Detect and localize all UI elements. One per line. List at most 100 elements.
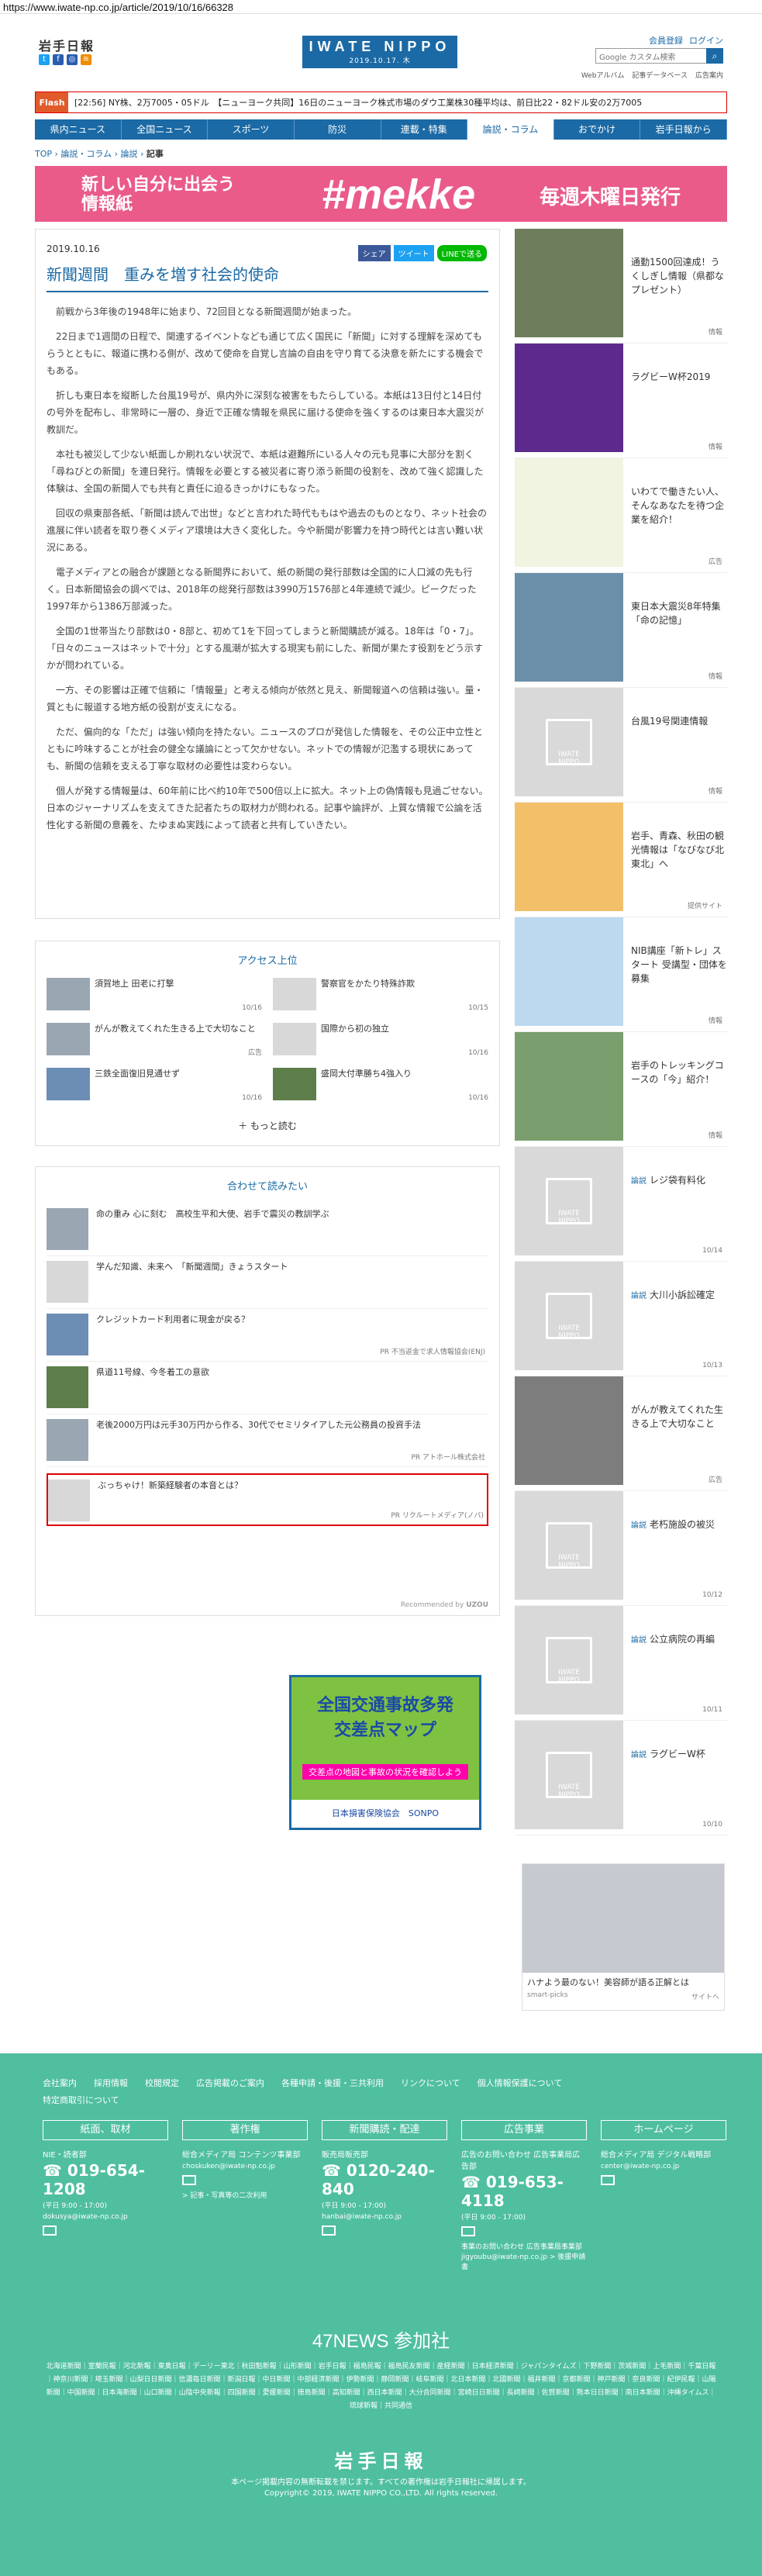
sidebar-thumbnail[interactable]: [515, 344, 623, 452]
related-item-title[interactable]: 命の重み 心に刻む 高校生平和大使、岩手で震災の教訓学ぶ: [88, 1208, 329, 1221]
sidebar-item-text[interactable]: 岩手、青森、秋田の観光情報は「なびなび北東北」へ: [623, 803, 727, 917]
nav-item-features[interactable]: 連載・特集: [381, 119, 468, 140]
sidebar-item[interactable]: ラグビーW杯2019 情報: [515, 344, 727, 458]
sidebar-item[interactable]: 東日本大震災8年特集「命の記憶」 情報: [515, 573, 727, 688]
related-thumbnail[interactable]: [47, 1314, 88, 1355]
sidebar-item[interactable]: IWATE NIPPO 論説 ラグビーW杯 10/10: [515, 1721, 727, 1835]
ranking-item-title[interactable]: 盛岡大付準勝ち4強入り: [316, 1068, 412, 1102]
ranking-item[interactable]: 須賀地上 田老に打撃 10/16: [47, 978, 262, 1012]
sidebar-ad-caption[interactable]: ハナよう最のない！美容師が語る正解とは: [522, 1973, 724, 1991]
placeholder-image[interactable]: IWATE NIPPO: [515, 1721, 623, 1829]
related-item[interactable]: 学んだ知識、未来へ 「新聞週間」きょうスタート: [47, 1256, 488, 1309]
ranking-item-title[interactable]: 国際から初の独立: [316, 1023, 389, 1057]
related-item-title[interactable]: 県道11号線、今冬着工の意欲: [88, 1366, 209, 1379]
web-album-link[interactable]: Webアルバム: [581, 70, 625, 80]
ranking-item[interactable]: 盛岡大付準勝ち4強入り 10/16: [273, 1068, 488, 1102]
sidebar-item-title[interactable]: 台風19号関連情報: [631, 716, 708, 727]
sidebar-item-title[interactable]: 東日本大震災8年特集「命の記憶」: [631, 601, 721, 626]
search-input[interactable]: Google カスタム検索: [595, 48, 715, 64]
nav-item-editorial[interactable]: 論説・コラム: [467, 119, 554, 140]
sidebar-item-text[interactable]: NIB講座「新トレ」スタート 受講型・団体を募集: [623, 917, 727, 1031]
related-item-title[interactable]: クレジットカード利用者に現金が戻る？: [88, 1314, 250, 1326]
footer-link[interactable]: リンクについて: [401, 2077, 460, 2089]
nav-item-sports[interactable]: スポーツ: [208, 119, 295, 140]
footer-col-extra[interactable]: 事業のお問い合わせ 広告事業局事業部 jigyoubu@iwate-np.co.…: [461, 2241, 587, 2271]
footer-link[interactable]: 会社案内: [43, 2077, 77, 2089]
breadcrumb-editorial[interactable]: 論説: [121, 149, 138, 159]
phone-number[interactable]: 019-653-4118: [461, 2173, 564, 2210]
sidebar-item-title[interactable]: ラグビーW杯2019: [631, 371, 710, 382]
related-item[interactable]: 県道11号線、今冬着工の意欲: [47, 1362, 488, 1414]
sidebar-thumbnail[interactable]: [515, 458, 623, 567]
footer-link[interactable]: 校閲規定: [145, 2077, 179, 2089]
nav-item-outing[interactable]: おでかけ: [554, 119, 641, 140]
placeholder-image[interactable]: IWATE NIPPO: [515, 1606, 623, 1714]
ranking-thumbnail[interactable]: [47, 978, 90, 1010]
sidebar-thumbnail[interactable]: [515, 917, 623, 1026]
mail-icon[interactable]: [182, 2175, 196, 2185]
related-thumbnail[interactable]: [47, 1366, 88, 1408]
breadcrumb-top[interactable]: TOP: [35, 149, 52, 159]
sidebar-item-text[interactable]: いわてで働きたい人、そんなあなたを待つ企業を紹介！: [623, 458, 727, 572]
sidebar-item[interactable]: NIB講座「新トレ」スタート 受講型・団体を募集 情報: [515, 917, 727, 1032]
related-item[interactable]: クレジットカード利用者に現金が戻る？ PR 不当返金で求人情報協会(ENJ): [47, 1309, 488, 1362]
footer-link[interactable]: 特定商取引について: [43, 2094, 119, 2106]
twitter-icon[interactable]: t: [39, 54, 50, 65]
related-item[interactable]: 命の重み 心に刻む 高校生平和大使、岩手で震災の教訓学ぶ: [47, 1203, 488, 1256]
footer-link[interactable]: 採用情報: [94, 2077, 128, 2089]
footer-link[interactable]: 個人情報保護について: [478, 2077, 563, 2089]
sidebar-item-title[interactable]: 岩手のトレッキングコースの「今」紹介！: [631, 1060, 724, 1085]
search-icon[interactable]: ⌕: [706, 48, 723, 64]
related-thumbnail[interactable]: [47, 1261, 88, 1303]
sidebar-item[interactable]: いわてで働きたい人、そんなあなたを待つ企業を紹介！ 広告: [515, 458, 727, 573]
sidebar-thumbnail[interactable]: [515, 803, 623, 911]
footer-col-email[interactable]: dokusya@iwate-np.co.jp: [43, 2213, 168, 2221]
center-logo[interactable]: IWATE NIPPO 2019.10.17. 木: [302, 36, 457, 68]
related-item[interactable]: 老後2000万円は元手30万円から作る、30代でセミリタイアした元公務員の投資手…: [47, 1414, 488, 1467]
placeholder-image[interactable]: IWATE NIPPO: [515, 1491, 623, 1600]
sidebar-item[interactable]: 岩手、青森、秋田の観光情報は「なびなび北東北」へ 提供サイト: [515, 803, 727, 917]
ranking-item-title[interactable]: 三鉄全面復旧見通せず: [90, 1068, 180, 1102]
more-button[interactable]: ＋ もっと読む: [47, 1119, 488, 1132]
mekke-banner[interactable]: 新しい自分に出会う 情報紙 #mekke 毎週木曜日発行: [35, 166, 727, 222]
sidebar-item[interactable]: IWATE NIPPO 台風19号関連情報 情報: [515, 688, 727, 803]
facebook-icon[interactable]: f: [53, 54, 64, 65]
footer-col-extra[interactable]: > 記事・写真等の二次利用: [182, 2190, 308, 2200]
sidebar-item-text[interactable]: ラグビーW杯2019: [623, 344, 710, 458]
sidebar-item-title[interactable]: がんが教えてくれた生きる上で大切なこと: [631, 1404, 723, 1429]
footer-col-email[interactable]: center@iwate-np.co.jp: [601, 2163, 726, 2170]
ranking-item[interactable]: がんが教えてくれた生きる上で大切なこと 広告: [47, 1023, 262, 1057]
sidebar-item-title[interactable]: いわてで働きたい人、そんなあなたを待つ企業を紹介！: [631, 486, 724, 525]
phone-number[interactable]: 0120-240-840: [322, 2161, 435, 2198]
sidebar-item[interactable]: IWATE NIPPO 論説 レジ袋有料化 10/14: [515, 1147, 727, 1262]
placeholder-image[interactable]: IWATE NIPPO: [515, 1262, 623, 1370]
ranking-thumbnail[interactable]: [273, 978, 316, 1010]
sidebar-item-title[interactable]: 岩手、青森、秋田の観光情報は「なびなび北東北」へ: [631, 830, 724, 869]
ranking-item-title[interactable]: 須賀地上 田老に打撃: [90, 978, 174, 1012]
ranking-item-title[interactable]: がんが教えてくれた生きる上で大切なこと: [90, 1023, 256, 1057]
sidebar-item-title[interactable]: 大川小訴訟確定: [650, 1290, 715, 1300]
more-label[interactable]: もっと読む: [250, 1121, 297, 1131]
sidebar-item-text[interactable]: 論説 ラグビーW杯: [623, 1721, 705, 1835]
sidebar-item-text[interactable]: 通勤1500回達成！うくしぎし情報（県都なプレゼント）: [623, 229, 727, 343]
placeholder-image[interactable]: IWATE NIPPO: [515, 688, 623, 796]
ad-info-link[interactable]: 広告案内: [695, 70, 723, 80]
related-thumbnail[interactable]: [48, 1480, 90, 1521]
sidebar-item[interactable]: がんが教えてくれた生きる上で大切なこと 広告: [515, 1376, 727, 1491]
ranking-item[interactable]: 国際から初の独立 10/16: [273, 1023, 488, 1057]
phone-number[interactable]: 019-654-1208: [43, 2161, 145, 2198]
related-item-title[interactable]: 老後2000万円は元手30万円から作る、30代でセミリタイアした元公務員の投資手…: [88, 1419, 421, 1431]
footer-col-email[interactable]: choskuken@iwate-np.co.jp: [182, 2163, 308, 2170]
mail-icon[interactable]: [461, 2226, 475, 2236]
related-item-title[interactable]: 学んだ知識、未来へ 「新聞週間」きょうスタート: [88, 1261, 288, 1273]
mail-icon[interactable]: [322, 2226, 336, 2236]
sidebar-item-title[interactable]: レジ袋有料化: [650, 1175, 705, 1186]
sidebar-thumbnail[interactable]: [515, 229, 623, 337]
tweet-button[interactable]: ツイート: [393, 245, 434, 261]
sidebar-item[interactable]: 通勤1500回達成！うくしぎし情報（県都なプレゼント） 情報: [515, 229, 727, 344]
sidebar-thumbnail[interactable]: [515, 1032, 623, 1141]
database-link[interactable]: 記事データベース: [632, 70, 688, 80]
sidebar-item-text[interactable]: 論説 公立病院の再編: [623, 1606, 715, 1720]
nav-item-disaster[interactable]: 防災: [295, 119, 381, 140]
sidebar-item[interactable]: IWATE NIPPO 論説 大川小訴訟確定 10/13: [515, 1262, 727, 1376]
